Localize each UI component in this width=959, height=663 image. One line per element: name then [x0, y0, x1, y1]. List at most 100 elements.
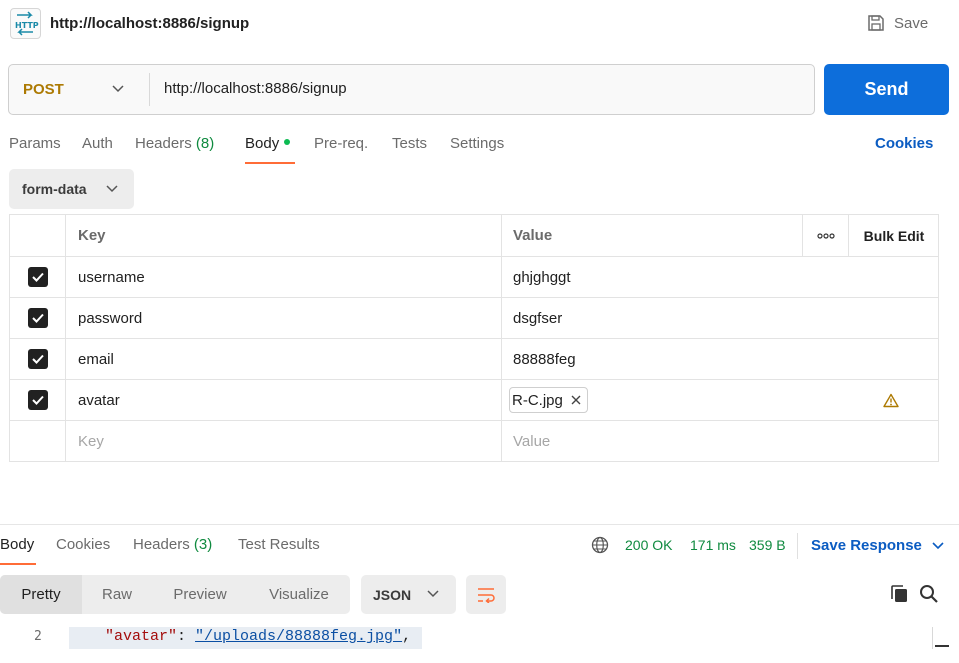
view-visualize[interactable]: Visualize — [248, 575, 350, 614]
row-checkbox-cell — [10, 257, 66, 297]
tab-params[interactable]: Params — [9, 135, 61, 152]
resp-tab-cookies[interactable]: Cookies — [56, 536, 110, 553]
header-check-cell — [10, 215, 66, 256]
table-row: username ghjghggt — [10, 256, 938, 297]
checkbox[interactable] — [27, 308, 48, 328]
copy-icon[interactable] — [889, 584, 909, 608]
chevron-down-icon — [112, 85, 124, 93]
checkbox[interactable] — [27, 390, 48, 410]
url-input[interactable]: http://localhost:8886/signup — [164, 80, 347, 97]
table-row: email 88888feg — [10, 338, 938, 379]
key-cell[interactable]: Key — [66, 421, 502, 461]
key-text: avatar — [78, 391, 120, 409]
url-bar: POST http://localhost:8886/signup — [8, 64, 815, 115]
tab-headers[interactable]: Headers (8) — [135, 135, 214, 152]
value-placeholder: Value — [513, 432, 551, 450]
cookies-link[interactable]: Cookies — [875, 135, 933, 152]
globe-icon[interactable] — [591, 536, 609, 558]
key-placeholder: Key — [78, 432, 104, 450]
tab-auth[interactable]: Auth — [82, 135, 113, 152]
chevron-down-icon — [427, 590, 439, 598]
active-tab-underline — [245, 162, 295, 164]
value-cell[interactable]: ghjghggt — [502, 257, 803, 297]
json-key: "avatar" — [105, 628, 178, 645]
key-cell[interactable]: email — [66, 339, 502, 379]
resp-tab-headers-label: Headers — [133, 536, 190, 553]
checkbox[interactable] — [27, 349, 48, 369]
row-checkbox-cell — [10, 339, 66, 379]
table-header-row: Key Value Bulk Edit — [10, 215, 938, 256]
body-type-label: form-data — [22, 181, 87, 197]
view-raw[interactable]: Raw — [82, 575, 152, 614]
form-data-table: Key Value Bulk Edit username ghjghggt pa… — [9, 214, 939, 462]
svg-text:HTTP: HTTP — [15, 21, 39, 30]
json-value-link[interactable]: "/uploads/88888feg.jpg" — [195, 628, 402, 645]
wrap-lines-button[interactable] — [466, 575, 506, 614]
checkmark-icon — [31, 354, 44, 364]
method-select[interactable]: POST — [9, 65, 149, 114]
resp-tab-body[interactable]: Body — [0, 536, 34, 553]
warning-icon[interactable] — [883, 393, 899, 408]
key-column-header: Key — [66, 215, 502, 256]
view-pretty[interactable]: Pretty — [0, 575, 82, 614]
tab-prereq[interactable]: Pre-req. — [314, 135, 368, 152]
value-cell[interactable]: Value — [502, 421, 803, 461]
tab-settings[interactable]: Settings — [450, 135, 504, 152]
status-divider — [797, 533, 798, 559]
value-text: ghjghggt — [513, 268, 571, 286]
request-title[interactable]: http://localhost:8886/signup — [50, 15, 249, 32]
save-button[interactable]: Save — [866, 13, 928, 33]
table-row-empty: Key Value — [10, 420, 938, 461]
body-type-select[interactable]: form-data — [9, 169, 134, 209]
value-text: dsgfser — [513, 309, 563, 327]
send-button[interactable]: Send — [824, 64, 949, 115]
checkmark-icon — [31, 395, 44, 405]
more-options-button[interactable] — [803, 215, 849, 256]
resp-tab-headers-count: (3) — [193, 536, 213, 553]
tab-body[interactable]: Body — [245, 135, 291, 152]
body-indicator-dot — [284, 139, 291, 146]
line-number: 2 — [34, 629, 42, 644]
checkmark-icon — [31, 272, 44, 282]
resp-active-underline — [0, 563, 36, 565]
response-divider — [0, 524, 959, 525]
status-code[interactable]: 200 OK — [625, 537, 672, 553]
value-cell[interactable]: R-C.jpg — [502, 380, 803, 420]
search-icon[interactable] — [919, 584, 939, 608]
value-cell[interactable]: dsgfser — [502, 298, 803, 338]
response-time[interactable]: 171 ms — [690, 537, 736, 553]
view-preview[interactable]: Preview — [152, 575, 248, 614]
value-text: 88888feg — [513, 350, 576, 368]
code-line[interactable]: "avatar": "/uploads/88888feg.jpg", — [105, 628, 411, 645]
value-column-header: Value — [502, 215, 803, 256]
save-response-label: Save Response — [811, 537, 922, 554]
key-cell[interactable]: username — [66, 257, 502, 297]
value-cell[interactable]: 88888feg — [502, 339, 803, 379]
resp-tab-headers[interactable]: Headers (3) — [133, 536, 212, 553]
resp-tab-test-results[interactable]: Test Results — [238, 536, 320, 553]
tab-tests[interactable]: Tests — [392, 135, 427, 152]
key-cell[interactable]: password — [66, 298, 502, 338]
response-size[interactable]: 359 B — [749, 537, 786, 553]
key-text: username — [78, 268, 145, 286]
url-divider — [149, 73, 150, 106]
tab-body-label: Body — [245, 135, 280, 152]
close-icon[interactable] — [571, 395, 581, 405]
row-checkbox-cell — [10, 380, 66, 420]
save-response-button[interactable]: Save Response — [811, 537, 944, 554]
chevron-down-icon — [932, 541, 944, 549]
scrollbar[interactable] — [932, 627, 949, 649]
file-chip[interactable]: R-C.jpg — [509, 387, 588, 413]
key-cell[interactable]: avatar — [66, 380, 502, 420]
format-select[interactable]: JSON — [361, 575, 456, 614]
bulk-edit-button[interactable]: Bulk Edit — [849, 215, 939, 256]
key-text: password — [78, 309, 143, 327]
json-tail: , — [402, 628, 412, 645]
checkbox[interactable] — [27, 267, 48, 287]
table-row: password dsgfser — [10, 297, 938, 338]
table-row: avatar R-C.jpg — [10, 379, 938, 420]
wrap-lines-icon — [478, 587, 495, 603]
more-icon — [816, 232, 835, 239]
tab-headers-label: Headers — [135, 135, 192, 152]
key-text: email — [78, 350, 114, 368]
